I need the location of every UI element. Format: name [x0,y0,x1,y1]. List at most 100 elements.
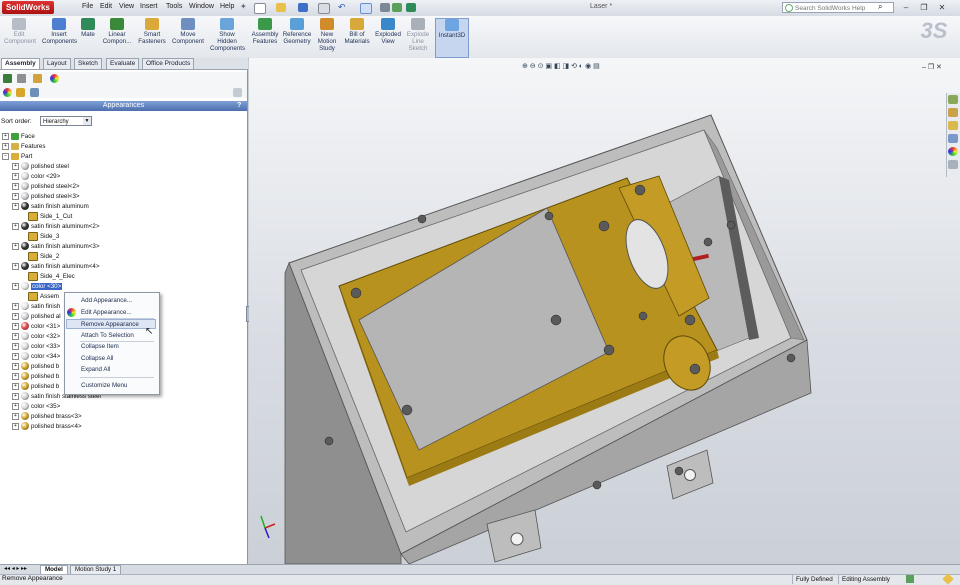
tree-expander-icon[interactable]: + [12,172,19,180]
tab-scroll-arrows[interactable]: ◂◂ ◂ ▸ ▸▸ [4,565,27,572]
menu-item-collapse-all[interactable]: Collapse All [81,355,113,362]
heads-up-view-toolbar[interactable]: ⊕ ⊖ ⊙ ▣ ◧ ◨ ⟲ ◐ ◉ ▤ [522,62,600,72]
menu-view[interactable]: View [119,3,134,10]
resources-icon[interactable] [948,95,958,104]
toolbar-new-motion-study-button[interactable]: New Motion Study [317,18,337,52]
tree-expander-icon[interactable]: + [12,402,19,410]
toolbar-linear-compon-button[interactable]: Linear Compon... [102,18,132,45]
menu-insert[interactable]: Insert [140,3,158,10]
tree-item[interactable]: + satin finish aluminum [2,202,242,212]
design-library-icon[interactable] [948,108,958,117]
toolbar-exploded-view-button[interactable]: Exploded View [375,18,401,45]
file-explorer-icon[interactable] [948,121,958,130]
search-results-icon[interactable] [948,134,958,143]
menu-item-expand-all[interactable]: Expand All [81,366,110,373]
minimize-button[interactable]: – [900,2,912,13]
tree-expander-icon[interactable]: + [12,182,19,190]
tree-item[interactable]: + color <35> [2,402,242,412]
tab-evaluate[interactable]: Evaluate [106,58,140,69]
tree-expander-icon[interactable]: + [12,362,19,370]
tree-item[interactable]: Side_3 [2,232,242,242]
viewport-window-controls[interactable]: – ❐ ✕ [922,63,942,71]
tree-item[interactable]: + polished brass<3> [2,412,242,422]
scenes-icon[interactable] [30,88,39,97]
configuration-manager-icon[interactable] [33,74,42,83]
menu-item-attach-to-selection[interactable]: Attach To Selection [81,332,134,339]
appearances-icon[interactable] [3,88,12,97]
menu-item-edit-appearance[interactable]: Edit Appearance... [81,309,132,316]
feature-manager-icon[interactable] [3,74,12,83]
close-button[interactable]: ✕ [936,2,948,13]
menu-edit[interactable]: Edit [100,3,112,10]
tree-expander-icon[interactable]: + [12,332,19,340]
tree-item[interactable]: − Part [2,152,242,162]
toolbar-smart-fasteners-button[interactable]: Smart Fasteners [138,18,166,45]
menu-window[interactable]: Window [189,3,214,10]
file-properties-icon[interactable] [392,3,402,12]
tree-item[interactable]: + Features [2,142,242,152]
rebuild-icon[interactable] [380,3,390,12]
toolbar-bill-of-materials-button[interactable]: Bill of Materials [343,18,371,45]
custom-properties-icon[interactable] [948,160,958,169]
tab-layout[interactable]: Layout [43,58,71,69]
search-go-icon[interactable]: ⌕ [878,2,882,12]
tree-item[interactable]: + Face [2,132,242,142]
tree-expander-icon[interactable]: + [12,342,19,350]
menu-item-remove-appearance[interactable]: Remove Appearance [81,321,139,328]
tree-expander-icon[interactable]: + [12,372,19,380]
panel-options-icon[interactable] [233,88,242,97]
tab-assembly[interactable]: Assembly [1,58,40,69]
solidworks-logo[interactable]: SolidWorks [2,1,54,14]
rebuild-status-icon[interactable] [906,575,914,583]
tree-item[interactable]: + polished steel<2> [2,182,242,192]
tree-expander-icon[interactable]: + [2,142,9,150]
menu-item-add-appearance[interactable]: Add Appearance... [81,297,132,304]
tree-item[interactable]: + satin finish aluminum<3> [2,242,242,252]
toolbar-show-hidden-components-button[interactable]: Show Hidden Components [210,18,245,52]
help-icon[interactable]: ? [237,102,241,109]
graphics-area[interactable] [249,58,960,564]
menu-help[interactable]: Help [220,3,234,10]
chevron-down-icon[interactable]: ▼ [83,117,91,125]
toolbar-instant3d-button[interactable]: Instant3D [435,18,469,58]
restore-button[interactable]: ❐ [918,2,930,13]
tree-expander-icon[interactable]: + [12,352,19,360]
tree-item[interactable]: + color <30> [2,282,242,292]
tree-item[interactable]: Side_1_Cut [2,212,242,222]
decals-icon[interactable] [16,88,25,97]
tree-item[interactable]: + color <29> [2,172,242,182]
tree-item[interactable]: + polished steel [2,162,242,172]
property-manager-icon[interactable] [17,74,26,83]
menu-file[interactable]: File [82,3,93,10]
tree-expander-icon[interactable]: + [12,412,19,420]
tree-item[interactable]: Side_4_Elec [2,272,242,282]
tree-expander-icon[interactable]: + [12,282,19,290]
toolbar-mate-button[interactable]: Mate [80,18,96,38]
tree-expander-icon[interactable]: + [12,242,19,250]
tree-item[interactable]: + polished steel<3> [2,192,242,202]
tree-item[interactable]: + satin finish aluminum<2> [2,222,242,232]
tree-item[interactable]: + satin finish aluminum<4> [2,262,242,272]
tree-expander-icon[interactable]: + [12,202,19,210]
menu-item-customize-menu[interactable]: Customize Menu [81,382,127,389]
toolbar-insert-components-button[interactable]: Insert Components [42,18,77,45]
tree-expander-icon[interactable]: + [12,302,19,310]
pin-icon[interactable]: ✦ [240,2,247,11]
options-icon[interactable] [406,3,416,12]
tree-expander-icon[interactable]: + [12,222,19,230]
display-manager-icon[interactable] [50,74,59,83]
save-icon[interactable] [298,3,308,12]
open-folder-icon[interactable] [276,3,286,12]
tree-expander-icon[interactable]: − [2,152,9,160]
assembly-model[interactable] [249,58,960,564]
print-icon[interactable] [318,3,330,14]
menu-item-collapse-item[interactable]: Collapse Item [81,343,119,350]
tree-expander-icon[interactable]: + [12,382,19,390]
new-document-icon[interactable] [254,3,266,14]
tree-item[interactable]: Side_2 [2,252,242,262]
undo-icon[interactable]: ↶ [338,3,348,12]
toolbar-move-component-button[interactable]: Move Component [172,18,204,45]
select-icon[interactable] [360,3,372,14]
tree-expander-icon[interactable]: + [12,192,19,200]
tree-item[interactable]: + polished brass<4> [2,422,242,432]
